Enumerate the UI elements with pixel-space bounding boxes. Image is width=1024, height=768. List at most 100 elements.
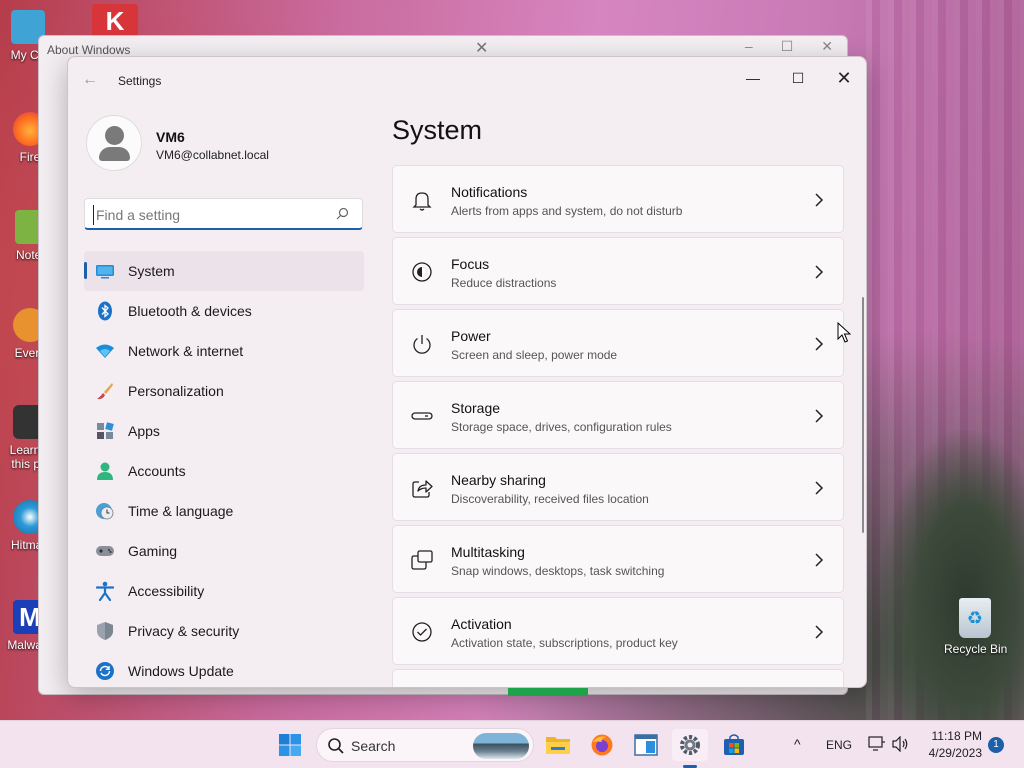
volume-icon[interactable] xyxy=(892,736,910,752)
settings-taskbar-button[interactable] xyxy=(672,729,708,761)
file-explorer-button[interactable] xyxy=(540,729,576,761)
card-title: Power xyxy=(451,328,491,344)
taskbar: Search ^ ENG 11:18 PM 4/29/2023 1 xyxy=(0,720,1024,768)
about-windows-title: About Windows xyxy=(47,43,131,57)
sidebar-item-label: Personalization xyxy=(128,383,224,399)
sidebar-item-label: Windows Update xyxy=(128,663,234,679)
bg-maximize-button[interactable]: ☐ xyxy=(781,38,794,55)
sidebar-item-time-language[interactable]: Time & language xyxy=(84,491,364,531)
card-power[interactable]: Power Screen and sleep, power mode xyxy=(392,309,844,377)
sidebar-item-network[interactable]: Network & internet xyxy=(84,331,364,371)
share-icon xyxy=(412,480,433,498)
storage-icon xyxy=(411,412,433,420)
accessibility-icon xyxy=(95,581,115,601)
notification-badge[interactable]: 1 xyxy=(988,737,1004,753)
card-activation[interactable]: Activation Activation state, subscriptio… xyxy=(392,597,844,665)
user-email: VM6@collabnet.local xyxy=(156,148,269,162)
firefox-button[interactable] xyxy=(584,729,620,761)
windows-logo-icon xyxy=(279,734,301,756)
sidebar-item-windows-update[interactable]: Windows Update xyxy=(84,651,364,687)
scrollbar-thumb[interactable] xyxy=(862,297,864,533)
gaming-icon xyxy=(95,541,115,561)
maximize-button[interactable]: ☐ xyxy=(778,63,818,93)
bell-icon xyxy=(412,192,432,211)
back-arrow-icon[interactable]: ← xyxy=(82,71,98,89)
chevron-right-icon xyxy=(815,193,824,207)
page-title: System xyxy=(392,115,483,145)
taskbar-search[interactable]: Search xyxy=(316,728,534,762)
sidebar-item-label: Time & language xyxy=(128,503,234,519)
search-box[interactable] xyxy=(84,198,363,230)
search-icon xyxy=(328,738,344,754)
clock-date[interactable]: 4/29/2023 xyxy=(922,746,982,760)
card-title: Storage xyxy=(451,400,501,416)
window-app-button[interactable] xyxy=(628,729,664,761)
sidebar-item-label: Privacy & security xyxy=(128,623,240,639)
window-app-icon xyxy=(634,734,658,756)
start-button[interactable] xyxy=(272,729,308,761)
input-language[interactable]: ENG xyxy=(826,738,852,752)
sidebar-item-gaming[interactable]: Gaming xyxy=(84,531,364,571)
background-app-strip xyxy=(508,688,588,696)
sidebar-item-label: Accounts xyxy=(128,463,186,479)
clock-time[interactable]: 11:18 PM xyxy=(922,729,982,743)
sidebar-item-label: Accessibility xyxy=(128,583,205,599)
privacy-icon xyxy=(95,621,115,641)
tray-overflow-chevron-icon[interactable]: ^ xyxy=(794,736,801,752)
apps-icon xyxy=(95,421,115,441)
settings-window: ← Settings — ☐ ✕ VM6 VM6@collabnet.local… xyxy=(67,56,867,688)
avatar[interactable] xyxy=(86,115,142,171)
chevron-right-icon xyxy=(815,625,824,639)
nav-list: System Bluetooth & devices Network & int… xyxy=(84,251,364,687)
card-notifications[interactable]: Notifications Alerts from apps and syste… xyxy=(392,165,844,233)
bg-close-button[interactable]: ✕ xyxy=(821,38,833,55)
card-storage[interactable]: Storage Storage space, drives, configura… xyxy=(392,381,844,449)
card-subtitle: Alerts from apps and system, do not dist… xyxy=(451,204,683,218)
background-window-controls: – ☐ ✕ xyxy=(745,38,833,55)
accounts-icon xyxy=(95,461,115,481)
time-language-icon xyxy=(95,501,115,521)
card-multitasking[interactable]: Multitasking Snap windows, desktops, tas… xyxy=(392,525,844,593)
kaspersky-icon[interactable]: K xyxy=(92,4,138,38)
desktop-icon-recycle-bin[interactable]: ♻ Recycle Bin xyxy=(944,598,1007,656)
bg-minimize-button[interactable]: – xyxy=(745,38,753,55)
store-icon xyxy=(724,734,744,755)
close-button[interactable]: ✕ xyxy=(824,63,864,93)
user-name: VM6 xyxy=(156,129,185,145)
card-subtitle: Activation state, subscriptions, product… xyxy=(451,636,678,650)
mouse-cursor-icon xyxy=(837,322,851,343)
activation-icon xyxy=(412,622,432,642)
system-icon xyxy=(95,261,115,281)
chevron-right-icon xyxy=(815,265,824,279)
chevron-right-icon xyxy=(815,409,824,423)
sidebar-item-personalization[interactable]: Personalization xyxy=(84,371,364,411)
taskbar-search-label: Search xyxy=(351,738,396,754)
app-title: Settings xyxy=(118,74,162,88)
card-nearby-sharing[interactable]: Nearby sharing Discoverability, received… xyxy=(392,453,844,521)
card-partial-next[interactable] xyxy=(392,669,844,687)
sidebar-item-label: Apps xyxy=(128,423,160,439)
personalization-icon xyxy=(95,381,115,401)
sidebar-item-apps[interactable]: Apps xyxy=(84,411,364,451)
card-title: Activation xyxy=(451,616,512,632)
sidebar-item-bluetooth[interactable]: Bluetooth & devices xyxy=(84,291,364,331)
bluetooth-icon xyxy=(95,301,115,321)
chevron-right-icon xyxy=(815,337,824,351)
titlebar[interactable]: ← Settings — ☐ ✕ xyxy=(68,57,866,105)
card-subtitle: Reduce distractions xyxy=(451,276,557,290)
gear-icon xyxy=(680,735,700,755)
sidebar-item-accessibility[interactable]: Accessibility xyxy=(84,571,364,611)
sidebar-item-accounts[interactable]: Accounts xyxy=(84,451,364,491)
sidebar-item-privacy[interactable]: Privacy & security xyxy=(84,611,364,651)
card-focus[interactable]: Focus Reduce distractions xyxy=(392,237,844,305)
search-input[interactable] xyxy=(93,205,329,225)
network-status-icon[interactable] xyxy=(868,736,886,752)
card-subtitle: Screen and sleep, power mode xyxy=(451,348,618,362)
store-button[interactable] xyxy=(716,729,752,761)
power-icon xyxy=(413,335,431,354)
desktop-wallpaper-tree xyxy=(880,430,1024,720)
minimize-button[interactable]: — xyxy=(733,63,773,93)
about-windows-close-icon[interactable]: ✕ xyxy=(475,38,488,58)
sidebar-item-system[interactable]: System xyxy=(84,251,364,291)
card-title: Notifications xyxy=(451,184,528,200)
